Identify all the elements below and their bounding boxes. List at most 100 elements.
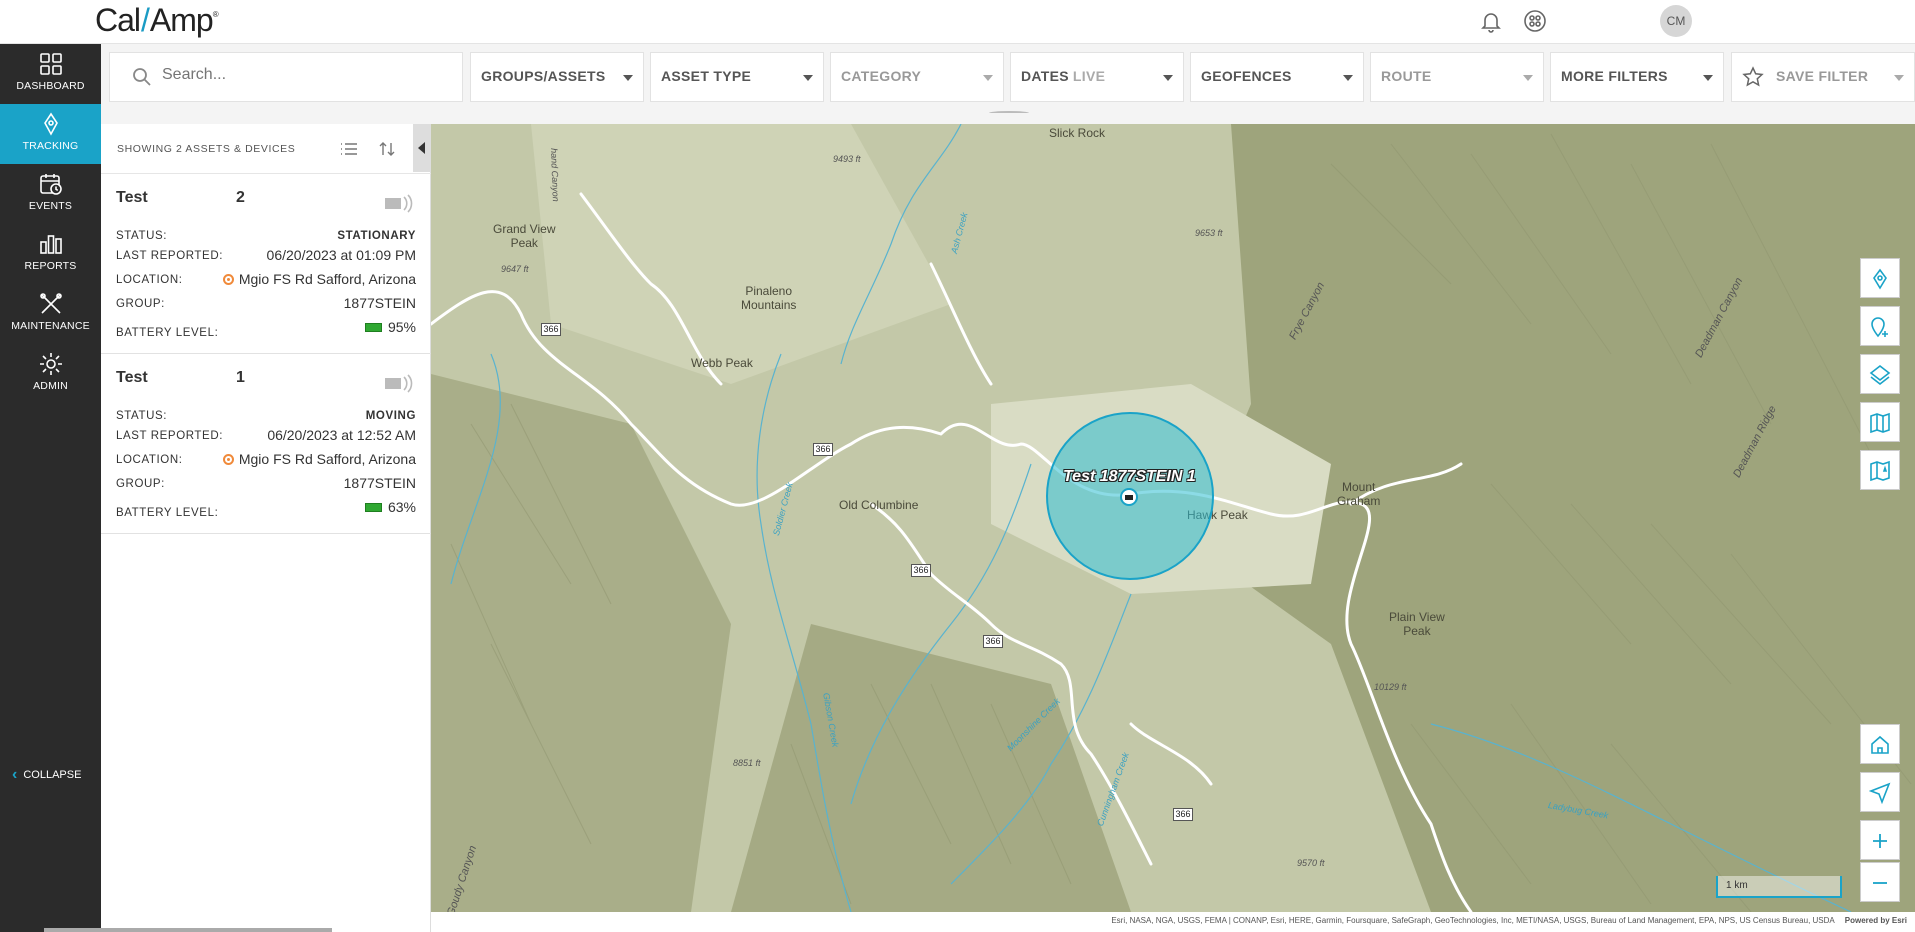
- search-input[interactable]: [162, 66, 452, 84]
- last-reported-label: LAST REPORTED:: [116, 430, 224, 442]
- calamp-logo[interactable]: Cal/Amp®: [95, 2, 219, 39]
- location-row: LOCATION: Mgio FS Rd Safford, Arizona: [116, 451, 416, 469]
- save-filter-label: SAVE FILTER: [1776, 68, 1869, 84]
- apps-icon[interactable]: [1523, 9, 1547, 33]
- attribution-text: Esri, NASA, NGA, USGS, FEMA | CONANP, Es…: [1111, 916, 1835, 925]
- logo-text-left: Cal: [95, 2, 141, 38]
- route-shield: 366: [983, 635, 1003, 648]
- group-row: GROUP: 1877STEIN: [116, 475, 416, 493]
- locate-asset-button[interactable]: [1860, 258, 1900, 298]
- group-label: GROUP:: [116, 298, 165, 310]
- gear-icon: [39, 353, 62, 375]
- top-bar: Cal/Amp® CM: [0, 0, 1915, 44]
- home-extent-button[interactable]: [1860, 724, 1900, 764]
- nav-label-maintenance: MAINTENANCE: [11, 320, 90, 332]
- collapse-label: COLLAPSE: [23, 769, 82, 781]
- chevron-down-icon: [1894, 75, 1904, 81]
- map-attribution: Esri, NASA, NGA, USGS, FEMA | CONANP, Es…: [431, 912, 1915, 932]
- route-shield: 366: [911, 564, 931, 577]
- user-avatar[interactable]: CM: [1660, 5, 1692, 37]
- asset-name[interactable]: Test: [116, 369, 148, 387]
- route-shield: 366: [813, 443, 833, 456]
- groups-assets-label: GROUPS/ASSETS: [481, 68, 606, 84]
- asset-card[interactable]: Test 1 STATUS: MOVING LAST REPORTED: 06/…: [101, 355, 431, 534]
- page-scrollbar[interactable]: [44, 928, 332, 932]
- dates-filter[interactable]: DATES LIVE: [1010, 52, 1184, 102]
- add-landmark-button[interactable]: [1860, 306, 1900, 346]
- battery-value: 63%: [364, 499, 416, 515]
- layers-button[interactable]: [1860, 354, 1900, 394]
- battery-row: BATTERY LEVEL: 63%: [116, 499, 416, 519]
- zoom-in-button[interactable]: [1860, 820, 1900, 860]
- status-label: STATUS:: [116, 410, 168, 422]
- zoom-out-button[interactable]: [1860, 862, 1900, 902]
- map-label-plain-view-peak: Plain View Peak: [1389, 610, 1445, 638]
- battery-value: 95%: [364, 319, 416, 335]
- nav-item-admin[interactable]: ADMIN: [0, 344, 101, 404]
- calendar-clock-icon: [39, 174, 62, 195]
- route-label: ROUTE: [1381, 68, 1432, 84]
- location-text: Mgio FS Rd Safford, Arizona: [238, 451, 416, 467]
- powered-by-esri[interactable]: Powered by Esri: [1845, 916, 1907, 925]
- asset-count-label: SHOWING 2 ASSETS & DEVICES: [117, 143, 296, 155]
- location-row: LOCATION: Mgio FS Rd Safford, Arizona: [116, 271, 416, 289]
- location-value[interactable]: Mgio FS Rd Safford, Arizona: [222, 451, 416, 467]
- filter-bar-toggle-handle[interactable]: [989, 111, 1029, 115]
- dates-label: DATES: [1021, 68, 1069, 84]
- elevation-label: 9653 ft: [1195, 228, 1223, 238]
- my-location-button[interactable]: [1860, 772, 1900, 812]
- device-signal-icon: [385, 374, 413, 393]
- nav-item-dashboard[interactable]: DASHBOARD: [0, 44, 101, 104]
- trademark: ®: [212, 10, 219, 19]
- nav-item-maintenance[interactable]: MAINTENANCE: [0, 284, 101, 344]
- more-filters-button[interactable]: MORE FILTERS: [1550, 52, 1724, 102]
- collapse-button[interactable]: ‹ COLLAPSE: [12, 766, 81, 784]
- search-box[interactable]: [109, 52, 463, 102]
- save-filter-button[interactable]: SAVE FILTER: [1731, 52, 1915, 102]
- battery-label: BATTERY LEVEL:: [116, 327, 219, 339]
- geofences-filter[interactable]: GEOFENCES: [1190, 52, 1364, 102]
- nav-label-dashboard: DASHBOARD: [16, 80, 85, 92]
- last-reported-row: LAST REPORTED: 06/20/2023 at 12:52 AM: [116, 427, 416, 445]
- location-value[interactable]: Mgio FS Rd Safford, Arizona: [222, 271, 416, 287]
- route-filter[interactable]: ROUTE: [1370, 52, 1544, 102]
- map-label-slick-rock: Slick Rock: [1049, 126, 1106, 140]
- status-row: STATUS: STATIONARY: [116, 227, 416, 245]
- location-pin-icon: [1873, 268, 1887, 290]
- sort-icon[interactable]: [377, 139, 397, 159]
- battery-icon: [364, 323, 382, 332]
- list-view-icon[interactable]: [339, 139, 359, 159]
- map-legend-icon: [1870, 460, 1890, 482]
- location-label: LOCATION:: [116, 454, 183, 466]
- location-text: Mgio FS Rd Safford, Arizona: [238, 271, 416, 287]
- layers-icon: [1869, 364, 1891, 386]
- basemap-button[interactable]: [1860, 402, 1900, 442]
- star-icon: [1742, 66, 1764, 87]
- last-reported-value: 06/20/2023 at 12:52 AM: [267, 427, 416, 443]
- groups-assets-filter[interactable]: GROUPS/ASSETS: [470, 52, 644, 102]
- chevron-down-icon: [1523, 75, 1533, 81]
- geofences-label: GEOFENCES: [1201, 68, 1292, 84]
- status-value: STATIONARY: [337, 230, 416, 242]
- nav-item-tracking[interactable]: TRACKING: [0, 104, 101, 164]
- battery-row: BATTERY LEVEL: 95%: [116, 319, 416, 339]
- category-filter[interactable]: CATEGORY: [830, 52, 1004, 102]
- asset-card[interactable]: Test 2 STATUS: STATIONARY LAST REPORTED:…: [101, 175, 431, 354]
- map-view[interactable]: Slick Rock hand Canyon Grand View Peak P…: [431, 124, 1915, 912]
- status-label: STATUS:: [116, 230, 168, 242]
- map-legend-button[interactable]: [1860, 450, 1900, 490]
- elevation-label: 9647 ft: [501, 264, 529, 274]
- device-marker-icon[interactable]: [1120, 488, 1138, 506]
- chevron-down-icon: [1703, 75, 1713, 81]
- asset-name[interactable]: Test: [116, 189, 148, 207]
- nav-item-events[interactable]: EVENTS: [0, 164, 101, 224]
- elevation-label: 9570 ft: [1297, 858, 1325, 868]
- last-reported-label: LAST REPORTED:: [116, 250, 224, 262]
- nav-item-reports[interactable]: REPORTS: [0, 224, 101, 284]
- notifications-bell-icon[interactable]: [1479, 9, 1503, 33]
- battery-percent: 63%: [387, 499, 416, 515]
- collapse-list-panel-button[interactable]: [413, 124, 431, 172]
- battery-icon: [364, 503, 382, 512]
- asset-type-filter[interactable]: ASSET TYPE: [650, 52, 824, 102]
- location-pin-icon: [222, 274, 234, 285]
